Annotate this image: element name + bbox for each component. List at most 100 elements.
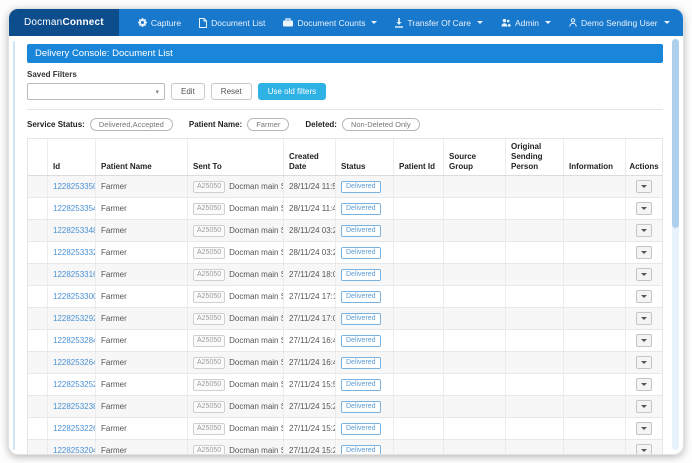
- document-id-link[interactable]: 1228253332: [53, 248, 96, 257]
- row-actions-dropdown-button[interactable]: [636, 202, 652, 215]
- information-cell: [564, 352, 626, 373]
- users-icon: [501, 18, 511, 27]
- nav-item-admin[interactable]: Admin: [492, 9, 560, 36]
- row-actions-dropdown-button[interactable]: [636, 422, 652, 435]
- sent-to-cell: A25050 Docman main Site: [188, 176, 284, 197]
- sent-to-site-label: Docman main Site: [229, 182, 284, 191]
- practice-code-badge: A25050: [193, 423, 225, 435]
- document-id-link[interactable]: 1228253238: [53, 402, 96, 411]
- document-id-link[interactable]: 1228253292: [53, 314, 96, 323]
- table-row: 1228253348 Farmer A25050 Docman main Sit…: [28, 220, 662, 242]
- sent-to-cell: A25050 Docman main Site: [188, 374, 284, 395]
- patient-id-cell: [394, 352, 444, 373]
- row-expander-cell: [28, 440, 48, 455]
- sent-to-site-label: Docman main Site: [229, 446, 284, 455]
- document-id-link[interactable]: 1228253350: [53, 182, 96, 191]
- row-expander-cell: [28, 396, 48, 417]
- brand-logo[interactable]: DocmanConnect: [9, 9, 119, 36]
- status-cell: Delivered: [336, 352, 394, 373]
- original-sending-person-cell: [506, 176, 564, 197]
- patient-name-cell: Farmer: [96, 264, 188, 285]
- document-id-link[interactable]: 1228253226: [53, 424, 96, 433]
- document-id-link[interactable]: 1228253264: [53, 358, 96, 367]
- document-id-link[interactable]: 1228253252: [53, 380, 96, 389]
- nav-label: Transfer Of Care: [407, 18, 470, 28]
- information-cell: [564, 418, 626, 439]
- use-old-filters-button[interactable]: Use old filters: [258, 83, 326, 100]
- status-badge: Delivered: [341, 401, 381, 413]
- status-cell: Delivered: [336, 198, 394, 219]
- practice-code-badge: A25050: [193, 225, 225, 237]
- table-row: 1228253284 Farmer A25050 Docman main Sit…: [28, 330, 662, 352]
- reset-button[interactable]: Reset: [211, 83, 252, 100]
- row-actions-dropdown-button[interactable]: [636, 290, 652, 303]
- nav-item-transfer-of-care[interactable]: Transfer Of Care: [386, 9, 491, 36]
- document-id-link[interactable]: 1228253354: [53, 204, 96, 213]
- sent-to-site-label: Docman main Site: [229, 204, 284, 213]
- chevron-down-icon: [641, 405, 647, 408]
- nav-label: Demo Sending User: [581, 18, 658, 28]
- nav-item-capture[interactable]: Capture: [129, 9, 190, 36]
- practice-code-badge: A25050: [193, 357, 225, 369]
- document-id-link[interactable]: 1228253204: [53, 446, 96, 455]
- document-id-link[interactable]: 1228253300: [53, 292, 96, 301]
- information-cell: [564, 374, 626, 395]
- row-expander-cell: [28, 242, 48, 263]
- row-actions-dropdown-button[interactable]: [636, 378, 652, 391]
- practice-code-badge: A25050: [193, 313, 225, 325]
- header-sent-to: Sent To: [188, 139, 284, 175]
- original-sending-person-cell: [506, 352, 564, 373]
- table-row: 1228253300 Farmer A25050 Docman main Sit…: [28, 286, 662, 308]
- status-cell: Delivered: [336, 308, 394, 329]
- row-actions-dropdown-button[interactable]: [636, 224, 652, 237]
- status-cell: Delivered: [336, 396, 394, 417]
- nav-label: Admin: [515, 18, 539, 28]
- original-sending-person-cell: [506, 330, 564, 351]
- information-cell: [564, 308, 626, 329]
- row-actions-dropdown-button[interactable]: [636, 246, 652, 259]
- row-actions-dropdown-button[interactable]: [636, 400, 652, 413]
- document-id-link[interactable]: 1228253316: [53, 270, 96, 279]
- nav-item-resource-centre[interactable]: Resource Centre: [679, 9, 684, 36]
- filter-label: Deleted:: [305, 120, 337, 129]
- table-body: 1228253350 Farmer A25050 Docman main Sit…: [28, 176, 662, 455]
- document-id-link[interactable]: 1228253348: [53, 226, 96, 235]
- status-cell: Delivered: [336, 286, 394, 307]
- status-cell: Delivered: [336, 176, 394, 197]
- header-patient-name: Patient Name: [96, 139, 188, 175]
- table-row: 1228253292 Farmer A25050 Docman main Sit…: [28, 308, 662, 330]
- header-original-sending-person: Original Sending Person: [506, 139, 564, 175]
- table-row: 1228253226 Farmer A25050 Docman main Sit…: [28, 418, 662, 440]
- created-date-cell: 27/11/24 17:11: [284, 286, 336, 307]
- status-badge: Delivered: [341, 423, 381, 435]
- chevron-down-icon: [641, 317, 647, 320]
- row-actions-dropdown-button[interactable]: [636, 268, 652, 281]
- information-cell: [564, 242, 626, 263]
- created-date-cell: 27/11/24 16:46: [284, 352, 336, 373]
- page-title: Delivery Console: Document List: [27, 44, 663, 63]
- table-row: 1228253332 Farmer A25050 Docman main Sit…: [28, 242, 662, 264]
- status-badge: Delivered: [341, 225, 381, 237]
- nav-item-document-list[interactable]: Document List: [190, 9, 274, 36]
- status-cell: Delivered: [336, 220, 394, 241]
- patient-id-cell: [394, 440, 444, 455]
- saved-filters-select[interactable]: ▾: [27, 83, 165, 100]
- actions-cell: [626, 242, 662, 263]
- status-badge: Delivered: [341, 445, 381, 456]
- document-id-link[interactable]: 1228253284: [53, 336, 96, 345]
- nav-item-document-counts[interactable]: Document Counts: [274, 9, 386, 36]
- status-badge: Delivered: [341, 335, 381, 347]
- row-actions-dropdown-button[interactable]: [636, 312, 652, 325]
- row-actions-dropdown-button[interactable]: [636, 444, 652, 455]
- status-badge: Delivered: [341, 247, 381, 259]
- nav-label: Document Counts: [297, 18, 365, 28]
- edit-button[interactable]: Edit: [171, 83, 205, 100]
- nav-item-user-menu[interactable]: Demo Sending User: [560, 9, 679, 36]
- row-actions-dropdown-button[interactable]: [636, 180, 652, 193]
- chevron-down-icon: [664, 21, 670, 24]
- row-actions-dropdown-button[interactable]: [636, 356, 652, 369]
- row-actions-dropdown-button[interactable]: [636, 334, 652, 347]
- chevron-down-icon: [545, 21, 551, 24]
- actions-cell: [626, 418, 662, 439]
- sent-to-cell: A25050 Docman main Site: [188, 242, 284, 263]
